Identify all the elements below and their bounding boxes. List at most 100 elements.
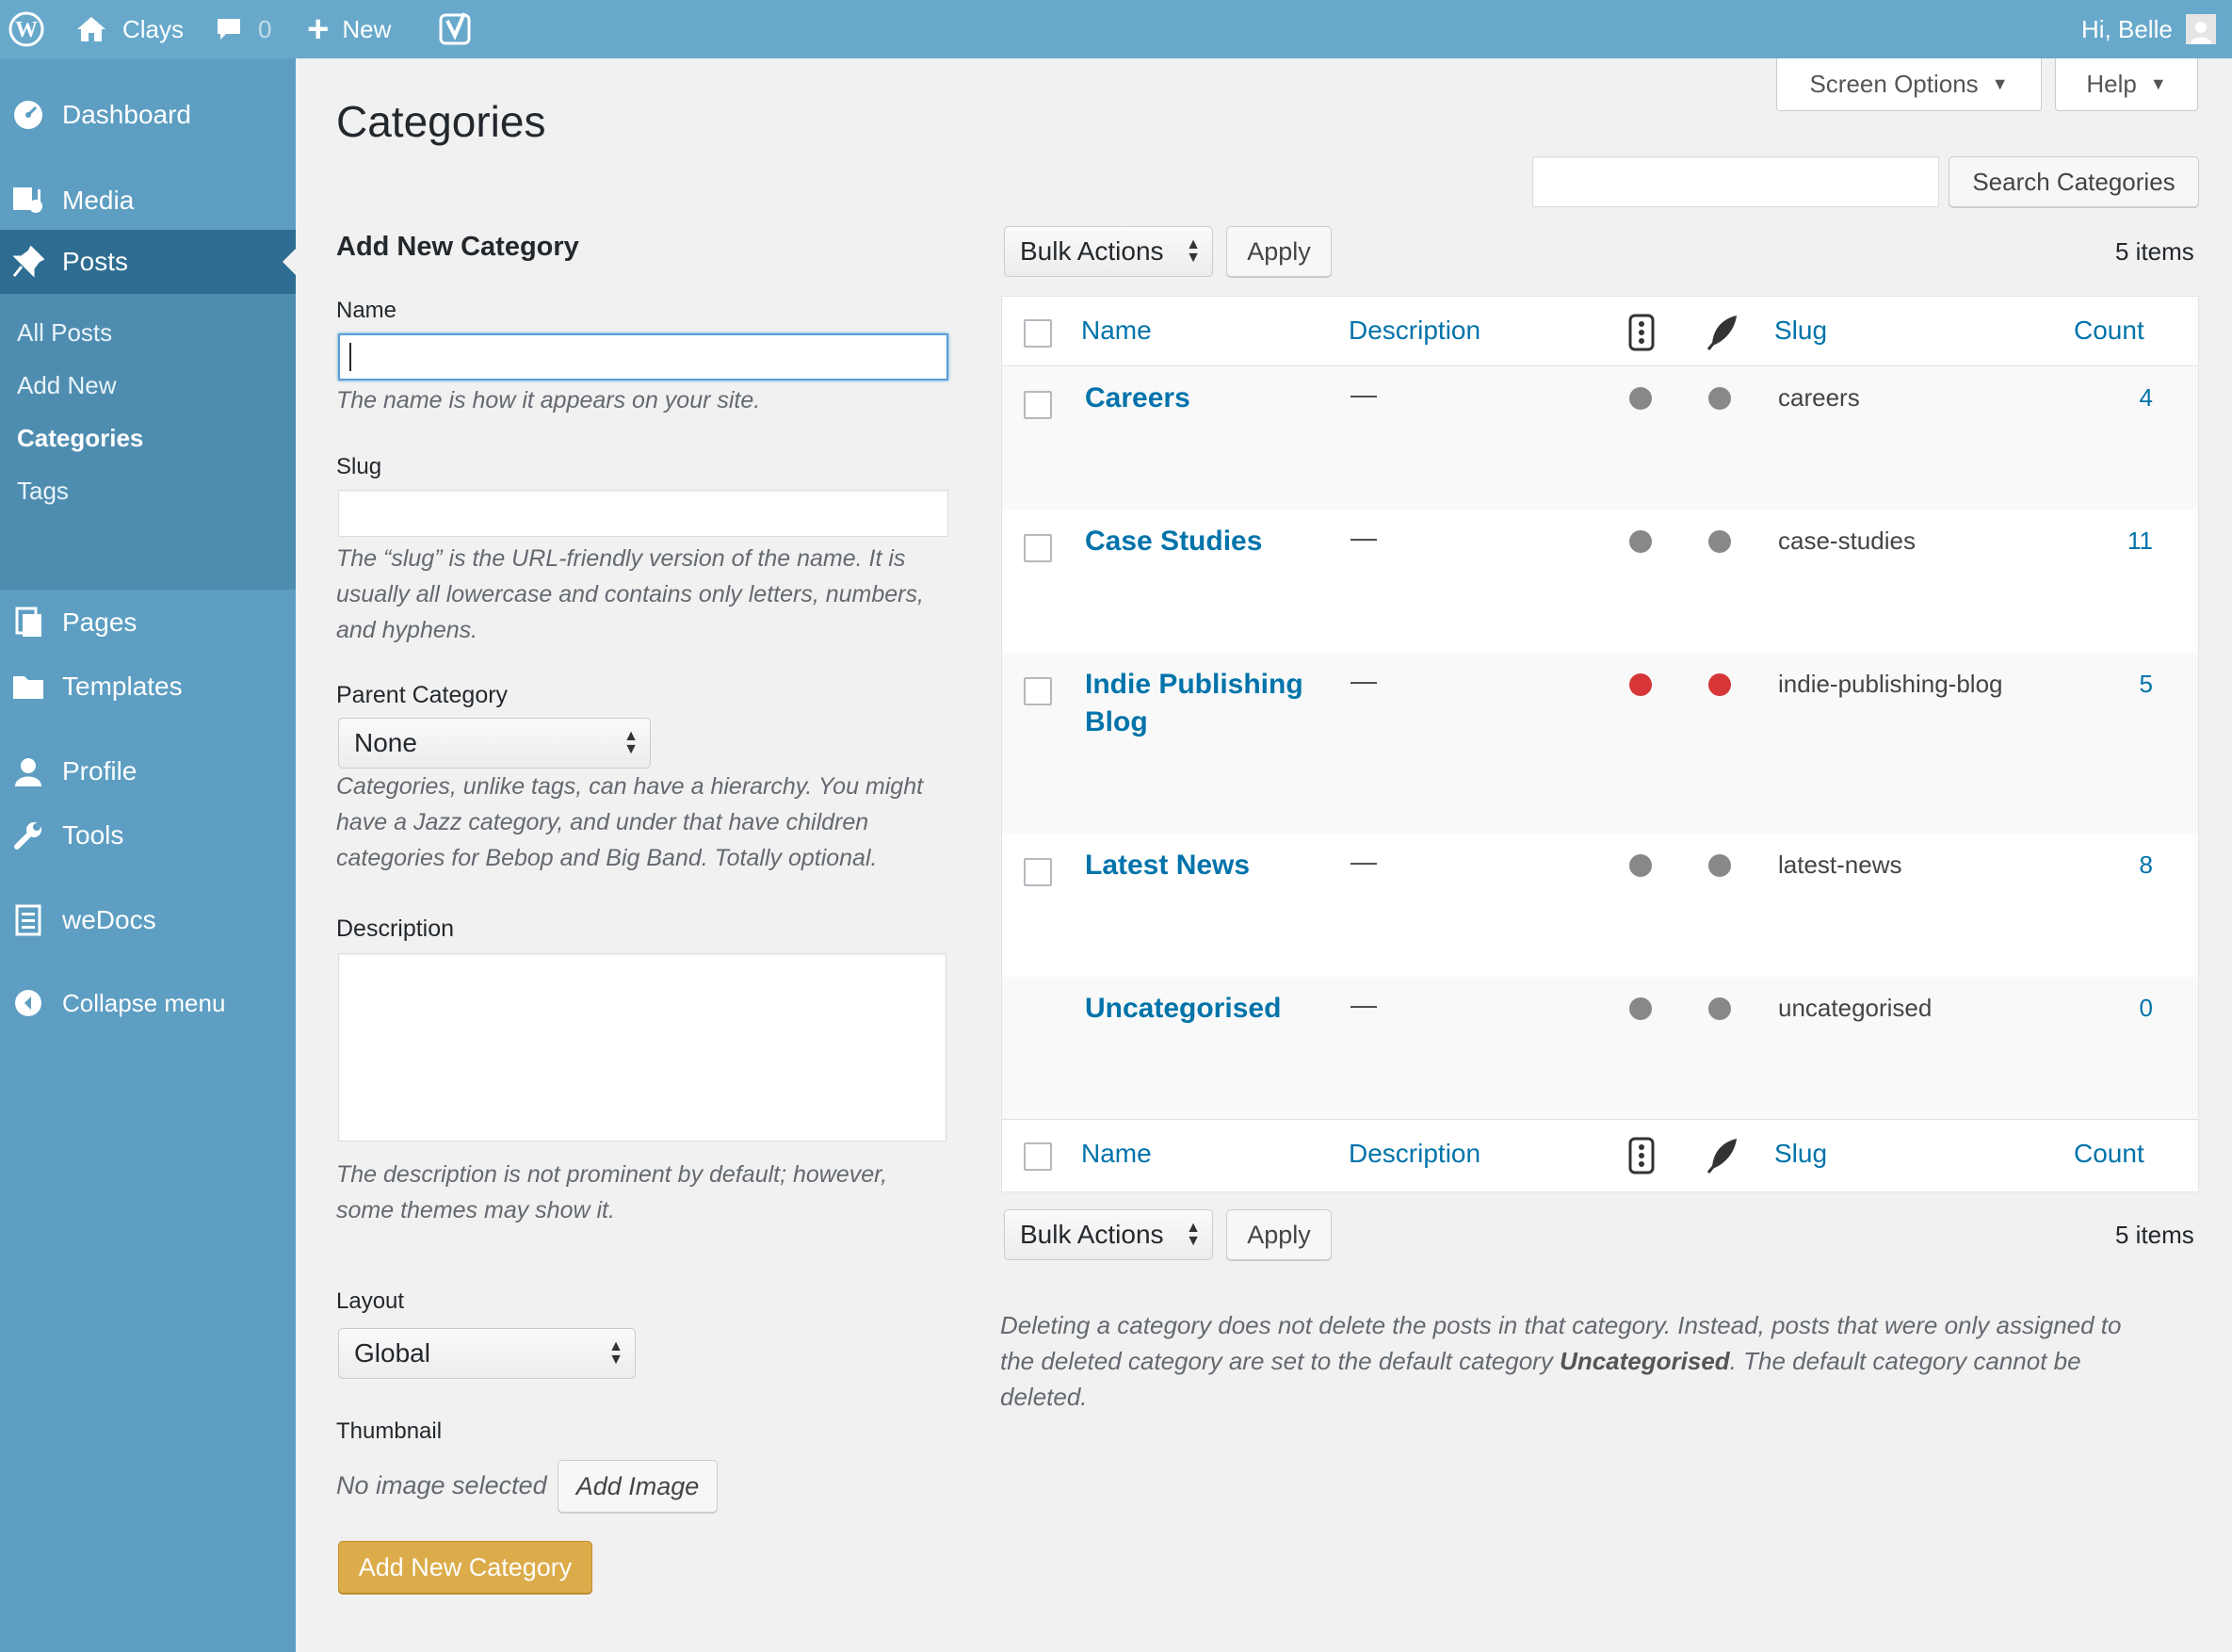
row-checkbox[interactable] (1024, 391, 1052, 419)
category-count-link[interactable]: 11 (2078, 526, 2153, 556)
sidebar-item-wedocs[interactable]: weDocs (0, 897, 296, 944)
add-image-button[interactable]: Add Image (558, 1460, 718, 1513)
category-name-link[interactable]: Careers (1085, 380, 1190, 417)
plus-icon: + (307, 8, 330, 50)
seo-status-dot (1708, 387, 1731, 410)
site-name-link[interactable]: Clays (75, 0, 184, 58)
column-name[interactable]: Name (1081, 316, 1152, 346)
category-description: — (1351, 666, 1377, 695)
search-categories-button[interactable]: Search Categories (1949, 156, 2199, 207)
select-all-checkbox[interactable] (1024, 319, 1052, 348)
sidebar-item-profile[interactable]: Profile (0, 748, 296, 795)
category-count-link[interactable]: 8 (2078, 850, 2153, 880)
comments-link[interactable]: 0 (215, 0, 271, 58)
select-arrows-icon: ▲ ▼ (623, 728, 639, 757)
pages-icon (11, 606, 45, 640)
wordpress-logo-icon[interactable]: W (8, 0, 45, 58)
sidebar-item-dashboard[interactable]: Dashboard (0, 92, 296, 138)
readability-icon (1627, 314, 1656, 357)
table-row: Uncategorised — uncategorised 0 (1002, 977, 2198, 1120)
yoast-icon[interactable] (439, 0, 473, 58)
category-name-link[interactable]: Latest News (1085, 847, 1250, 884)
add-new-category-button[interactable]: Add New Category (338, 1541, 592, 1594)
submenu-add-new[interactable]: Add New (17, 371, 117, 400)
column-count-footer[interactable]: Count (2074, 1139, 2144, 1169)
column-slug-footer[interactable]: Slug (1774, 1139, 1827, 1169)
collapse-icon (11, 986, 45, 1020)
sidebar-item-label: weDocs (62, 905, 156, 934)
name-label: Name (336, 298, 397, 323)
slug-input[interactable] (338, 490, 948, 537)
search-input[interactable] (1532, 156, 1939, 207)
document-icon (11, 903, 45, 937)
layout-select[interactable]: Global ▲ ▼ (338, 1328, 636, 1379)
comments-count: 0 (258, 14, 272, 43)
category-slug: latest-news (1778, 850, 1902, 879)
layout-value: Global (354, 1338, 430, 1368)
screen-options-tab[interactable]: Screen Options ▼ (1776, 58, 2042, 111)
feather-icon (1706, 314, 1740, 357)
layout-label: Layout (336, 1288, 405, 1314)
categories-table: Name Description Slug Count Careers — ca… (1001, 296, 2199, 1192)
parent-category-select[interactable]: None ▲ ▼ (338, 718, 651, 769)
sidebar-item-media[interactable]: Media (0, 175, 296, 226)
description-textarea[interactable] (338, 953, 946, 1142)
delete-note-line-2: the deleted category are set to the defa… (1000, 1343, 2081, 1379)
account-menu[interactable]: Hi, Belle (2081, 0, 2216, 58)
table-row: Case Studies — case-studies 11 (1002, 510, 2198, 653)
screen-options-label: Screen Options (1809, 70, 1979, 98)
category-description: — (1351, 523, 1377, 552)
apply-button-bottom[interactable]: Apply (1226, 1209, 1332, 1260)
new-label: New (342, 14, 392, 43)
row-checkbox[interactable] (1024, 677, 1052, 705)
category-name-link[interactable]: Indie Publishing (1085, 666, 1303, 704)
parent-help-3: categories for Bebop and Big Band. Total… (336, 845, 878, 871)
submenu-tags[interactable]: Tags (17, 477, 69, 506)
column-description[interactable]: Description (1349, 316, 1480, 346)
help-tab[interactable]: Help ▼ (2055, 58, 2198, 111)
column-slug[interactable]: Slug (1774, 316, 1827, 346)
name-help: The name is how it appears on your site. (336, 387, 761, 413)
row-checkbox[interactable] (1024, 534, 1052, 562)
collapse-menu-button[interactable]: Collapse menu (0, 980, 296, 1027)
seo-status-dot (1708, 530, 1731, 553)
comment-icon (215, 15, 243, 43)
sidebar-item-posts[interactable]: Posts (0, 230, 296, 294)
seo-status-dot (1708, 854, 1731, 877)
submenu-all-posts[interactable]: All Posts (17, 318, 112, 348)
table-header: Name Description Slug Count (1002, 297, 2198, 366)
column-description-footer[interactable]: Description (1349, 1139, 1480, 1169)
greeting: Hi, Belle (2081, 14, 2173, 43)
category-name-link[interactable]: Case Studies (1085, 523, 1262, 560)
admin-bar: W Clays 0 + New Hi, Belle (0, 0, 2232, 58)
apply-button-top[interactable]: Apply (1226, 226, 1332, 277)
seo-status-dot (1708, 997, 1731, 1020)
row-checkbox[interactable] (1024, 858, 1052, 886)
submenu-categories[interactable]: Categories (17, 424, 143, 453)
folder-icon (11, 670, 45, 704)
category-count-link[interactable]: 4 (2078, 383, 2153, 413)
sidebar-item-tools[interactable]: Tools (0, 812, 296, 859)
column-count[interactable]: Count (2074, 316, 2144, 346)
bulk-actions-select-bottom[interactable]: Bulk Actions ▲ ▼ (1004, 1209, 1213, 1260)
select-all-checkbox-bottom[interactable] (1024, 1142, 1052, 1171)
sidebar-item-templates[interactable]: Templates (0, 663, 296, 710)
media-icon (11, 184, 45, 218)
category-count-link[interactable]: 0 (2078, 994, 2153, 1023)
seo-status-dot (1708, 673, 1731, 696)
form-heading: Add New Category (336, 232, 579, 262)
new-content-link[interactable]: + New (307, 0, 391, 58)
category-slug: case-studies (1778, 526, 1916, 555)
page-title: Categories (336, 97, 546, 146)
sidebar-item-label: Posts (62, 247, 129, 276)
bulk-actions-select-top[interactable]: Bulk Actions ▲ ▼ (1004, 226, 1213, 277)
category-name-link-line-2[interactable]: Blog (1085, 704, 1148, 741)
table-row: Careers — careers 4 (1002, 366, 2198, 510)
name-input[interactable] (338, 333, 948, 381)
category-count-link[interactable]: 5 (2078, 670, 2153, 699)
pin-icon (11, 245, 45, 279)
readability-status-dot (1629, 530, 1652, 553)
category-name-link[interactable]: Uncategorised (1085, 990, 1281, 1028)
column-name-footer[interactable]: Name (1081, 1139, 1152, 1169)
sidebar-item-pages[interactable]: Pages (0, 599, 296, 646)
